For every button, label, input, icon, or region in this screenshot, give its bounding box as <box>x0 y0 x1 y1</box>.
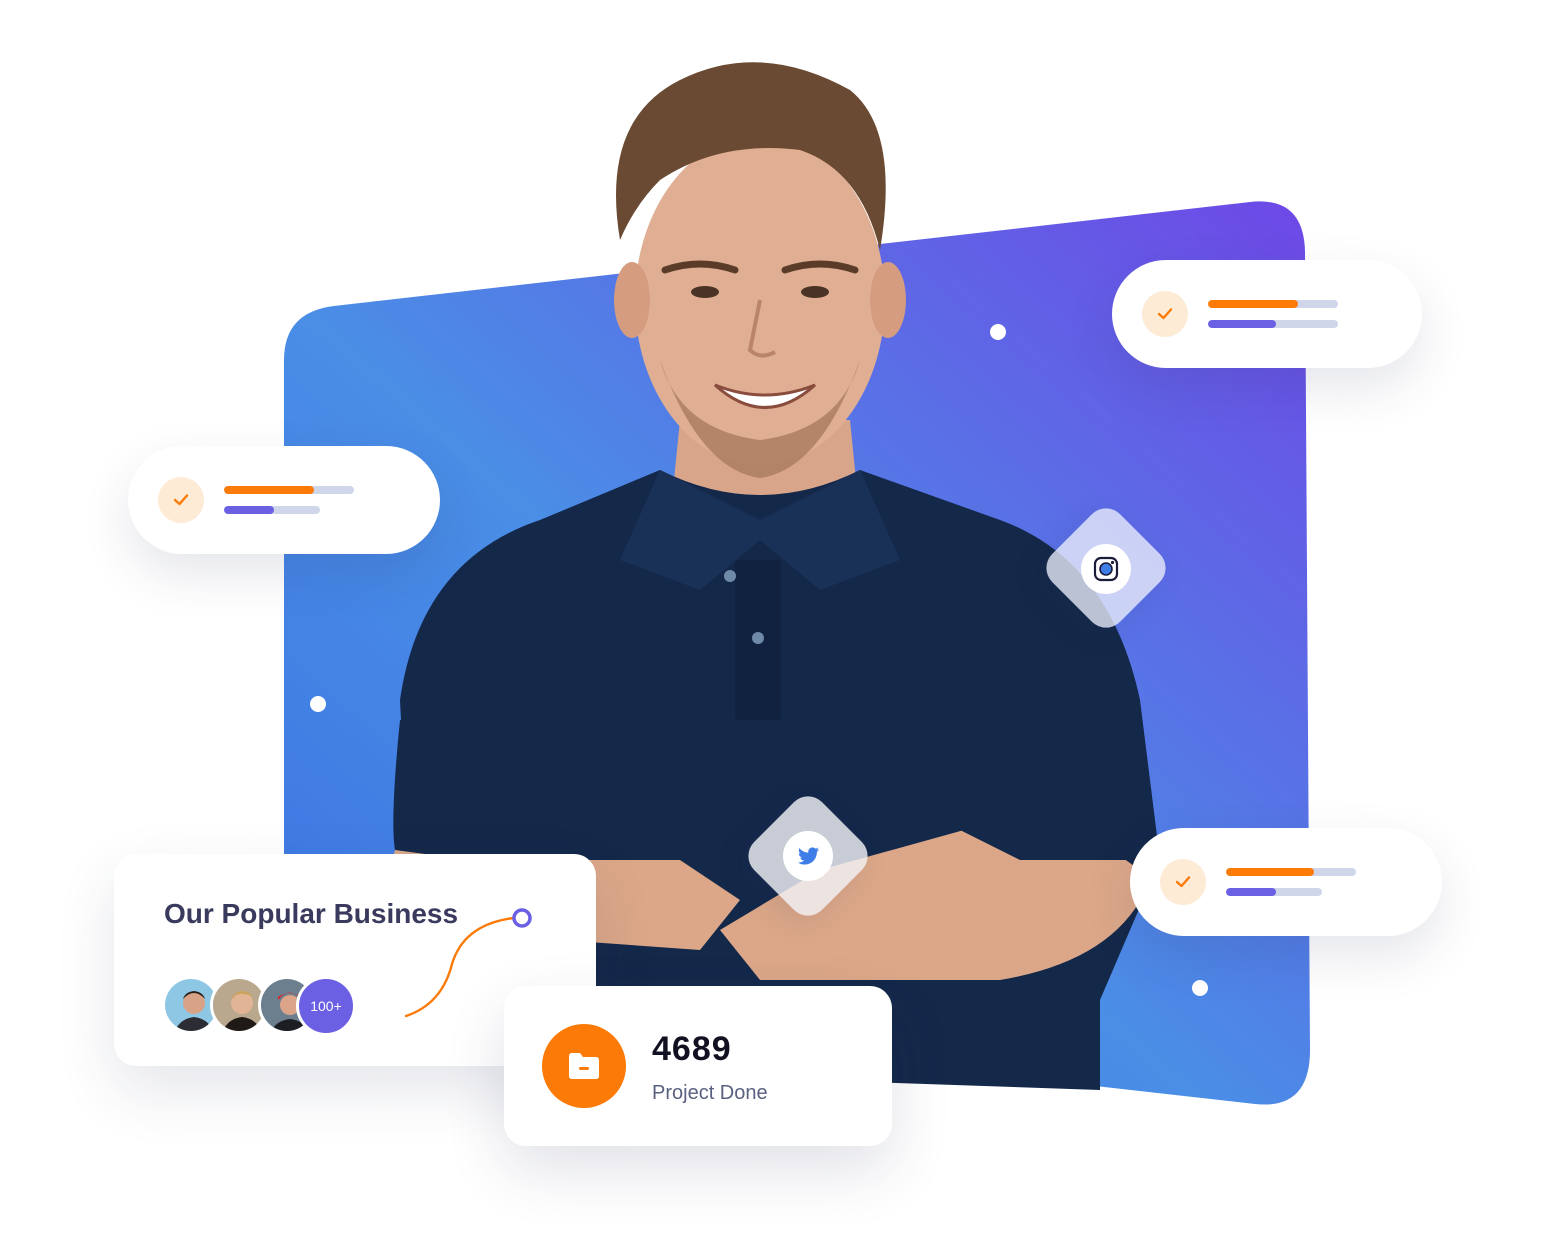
check-icon <box>1160 859 1206 905</box>
progress-bar-fill <box>1226 888 1276 896</box>
project-done-card: 4689 Project Done <box>504 986 892 1146</box>
progress-bar-fill <box>1208 320 1276 328</box>
twitter-icon[interactable] <box>783 831 833 881</box>
check-icon <box>158 477 204 523</box>
progress-card <box>1130 828 1442 936</box>
check-icon <box>1142 291 1188 337</box>
decor-dot <box>310 696 326 712</box>
progress-bar-fill <box>1226 868 1315 876</box>
progress-bar-fill <box>224 486 314 494</box>
progress-card <box>128 446 440 554</box>
avatar-count-badge[interactable]: 100+ <box>296 976 356 1036</box>
decor-dot <box>1192 980 1208 996</box>
project-label: Project Done <box>652 1082 768 1104</box>
progress-bar-fill <box>1208 300 1298 308</box>
progress-bar-fill <box>224 506 274 514</box>
folder-icon <box>542 1024 626 1108</box>
project-count: 4689 <box>652 1030 732 1068</box>
progress-card <box>1112 260 1422 368</box>
decor-dot <box>990 324 1006 340</box>
instagram-icon[interactable] <box>1081 544 1131 594</box>
